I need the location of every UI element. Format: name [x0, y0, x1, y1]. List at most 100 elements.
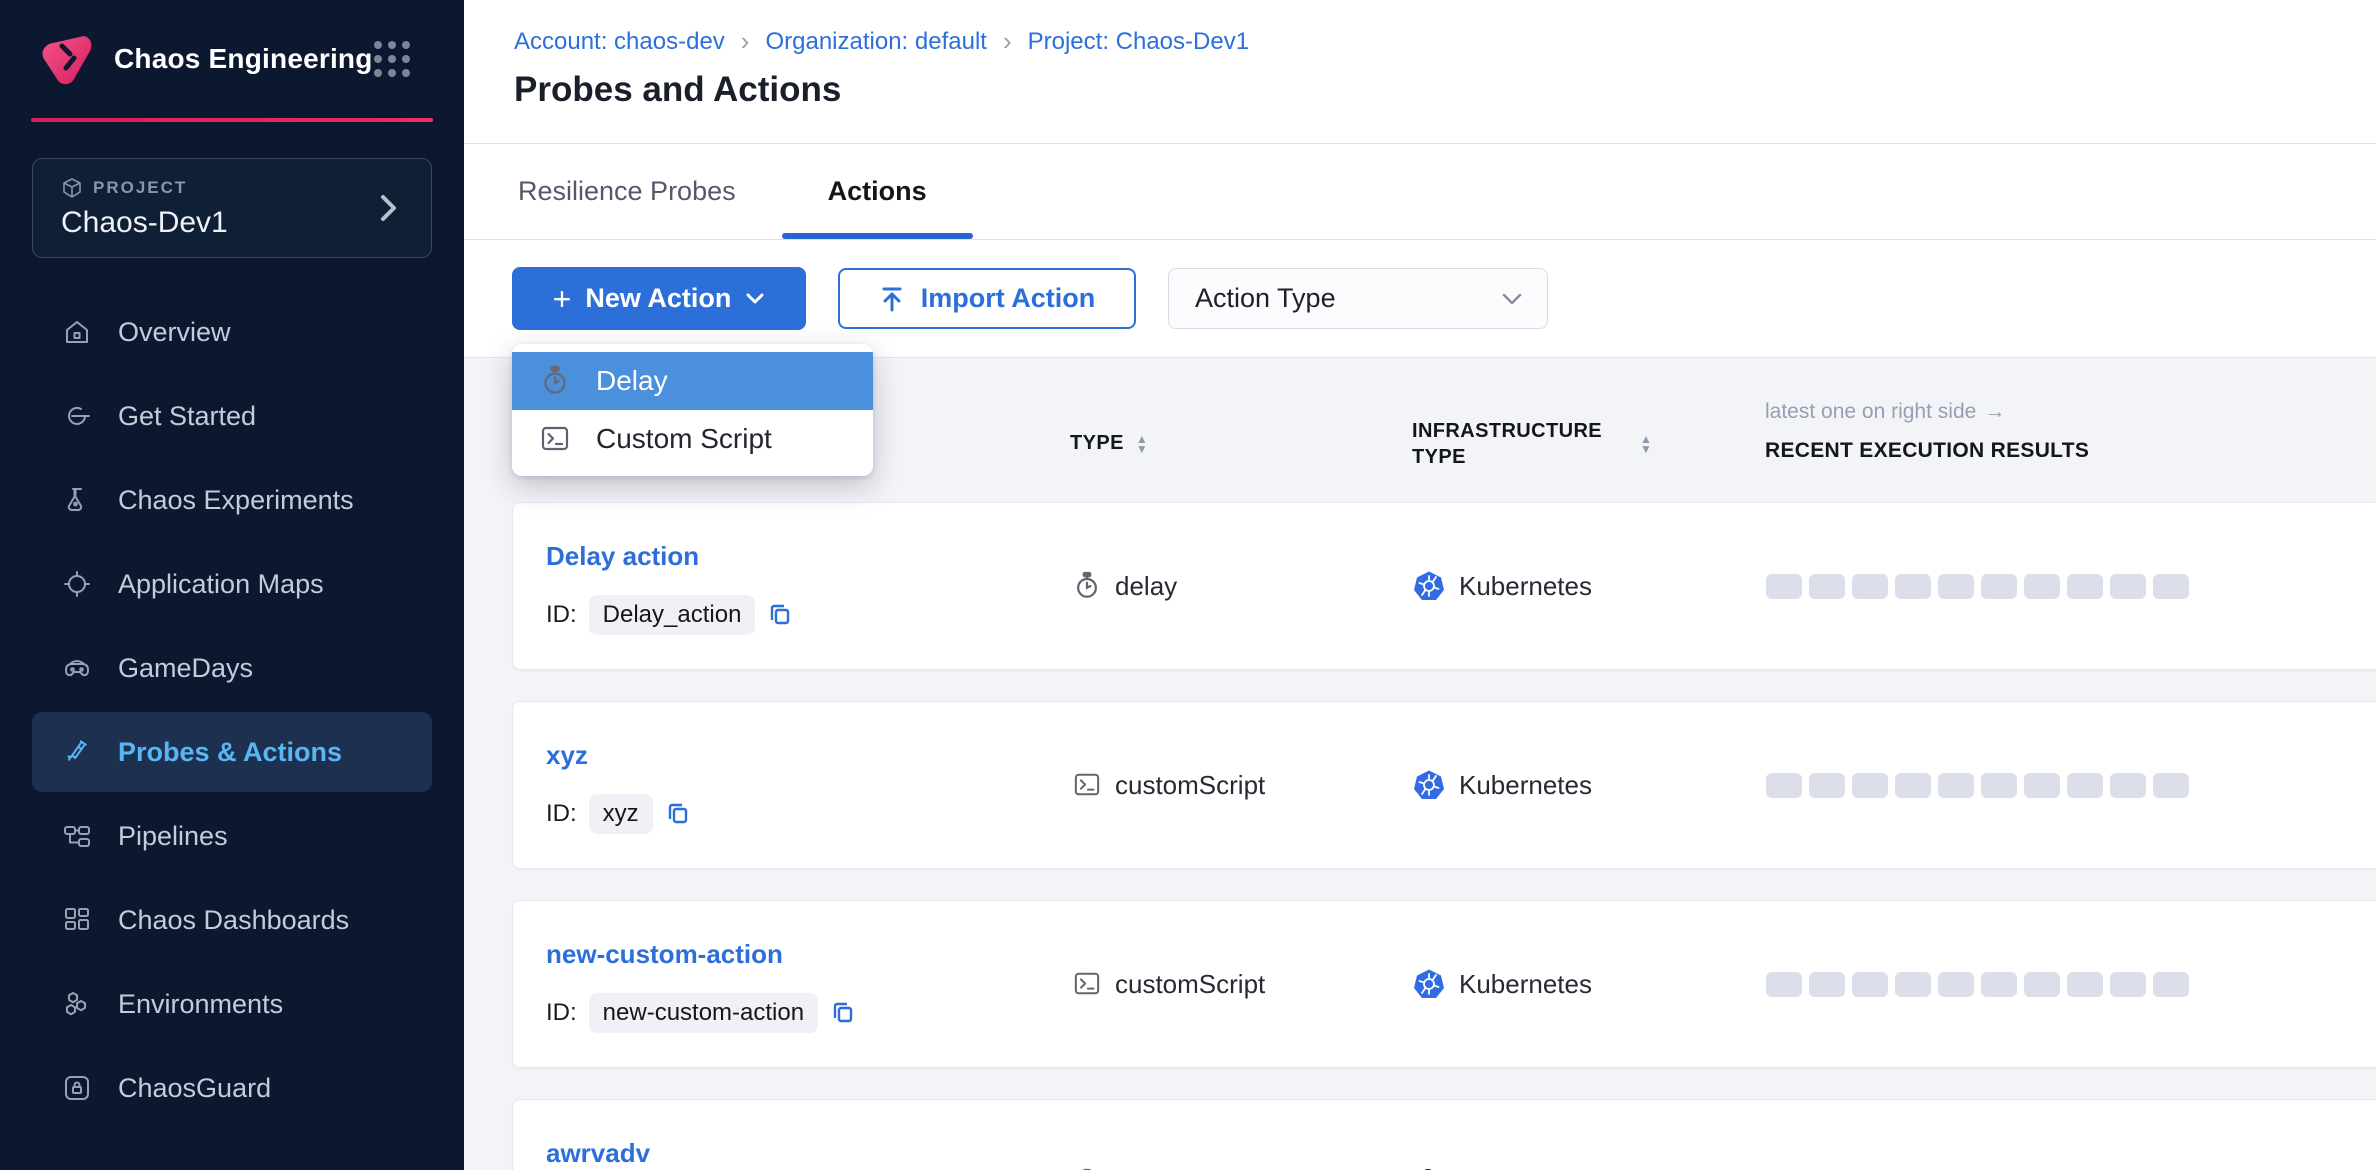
- sidebar-item-chaosguard[interactable]: ChaosGuard: [32, 1048, 432, 1128]
- recent-execution-results: [1766, 901, 2189, 1067]
- sidebar-item-probes-actions[interactable]: Probes & Actions: [32, 712, 432, 792]
- chevron-right-icon: [379, 191, 399, 225]
- sidebar-item-label: Environments: [118, 989, 283, 1020]
- import-action-button[interactable]: Import Action: [838, 268, 1136, 329]
- sidebar-item-label: GameDays: [118, 653, 253, 684]
- column-header-infrastructure-type: INFRASTRUCTURE TYPE ▲▼: [1412, 418, 1652, 470]
- copy-icon[interactable]: [830, 1000, 856, 1026]
- table-row: awrvadv delay Linux: [512, 1099, 2376, 1170]
- sidebar-item-label: Application Maps: [118, 569, 324, 600]
- tab-resilience-probes[interactable]: Resilience Probes: [514, 144, 782, 239]
- module-switcher-icon[interactable]: [374, 41, 410, 77]
- result-placeholder-pill: [1938, 972, 1974, 997]
- result-placeholder-pill: [1766, 972, 1802, 997]
- copy-icon[interactable]: [767, 602, 793, 628]
- cube-icon: [61, 177, 83, 199]
- sidebar-item-pipelines[interactable]: Pipelines: [32, 796, 432, 876]
- result-placeholder-pill: [2110, 972, 2146, 997]
- chevron-down-icon: [745, 292, 765, 305]
- result-placeholder-pill: [1895, 972, 1931, 997]
- stopwatch-icon: [540, 365, 570, 397]
- infrastructure-cell: Kubernetes: [1413, 901, 1592, 1067]
- table-row: Delay action ID: Delay_action delay: [512, 502, 2376, 670]
- breadcrumb-project-link[interactable]: Project: Chaos-Dev1: [1028, 28, 1249, 56]
- kubernetes-icon: [1413, 968, 1445, 1000]
- result-placeholder-pill: [1938, 773, 1974, 798]
- result-placeholder-pill: [1852, 972, 1888, 997]
- page-title: Probes and Actions: [514, 70, 2376, 110]
- result-placeholder-pill: [2110, 574, 2146, 599]
- sidebar-item-label: Chaos Dashboards: [118, 905, 349, 936]
- action-name-link[interactable]: Delay action: [546, 541, 699, 572]
- project-selector[interactable]: PROJECT Chaos-Dev1: [32, 158, 432, 258]
- infrastructure-cell: Kubernetes: [1413, 702, 1592, 868]
- menu-item-delay[interactable]: Delay: [512, 352, 873, 410]
- sidebar-item-label: Get Started: [118, 401, 256, 432]
- recent-execution-results: [1766, 702, 2189, 868]
- action-name-link[interactable]: xyz: [546, 740, 588, 771]
- test-tube-icon: [62, 737, 92, 767]
- action-name-link[interactable]: new-custom-action: [546, 939, 783, 970]
- sidebar-item-chaos-dashboards[interactable]: Chaos Dashboards: [32, 880, 432, 960]
- target-icon: [62, 569, 92, 599]
- stopwatch-icon: [1073, 571, 1101, 601]
- pipeline-icon: [62, 821, 92, 851]
- lock-icon: [62, 1073, 92, 1103]
- project-label: PROJECT: [93, 178, 187, 198]
- sidebar-item-label: ChaosGuard: [118, 1073, 271, 1104]
- result-placeholder-pill: [2024, 574, 2060, 599]
- project-name: Chaos-Dev1: [61, 206, 403, 240]
- infrastructure-cell: Kubernetes: [1413, 503, 1592, 669]
- chaos-engineering-logo-icon: [36, 28, 98, 90]
- action-type-filter[interactable]: Action Type: [1168, 268, 1548, 329]
- breadcrumb-separator: ›: [1003, 26, 1012, 57]
- column-header-type: TYPE ▲▼: [1070, 432, 1148, 455]
- table-row: new-custom-action ID: new-custom-action …: [512, 900, 2376, 1068]
- sidebar-item-gamedays[interactable]: GameDays: [32, 628, 432, 708]
- action-name-link[interactable]: awrvadv: [546, 1138, 650, 1169]
- result-placeholder-pill: [1895, 574, 1931, 599]
- sidebar-item-label: Pipelines: [118, 821, 228, 852]
- sidebar-item-label: Overview: [118, 317, 231, 348]
- result-placeholder-pill: [2067, 972, 2103, 997]
- action-id-value: xyz: [589, 794, 653, 834]
- result-placeholder-pill: [1766, 773, 1802, 798]
- column-header-recent-execution-results: latest one on right side → RECENT EXECUT…: [1765, 400, 2089, 463]
- breadcrumb-organization-link[interactable]: Organization: default: [765, 28, 986, 56]
- upload-icon: [879, 285, 905, 313]
- action-id: ID: Delay_action: [546, 595, 793, 635]
- breadcrumb-separator: ›: [741, 26, 750, 57]
- chevron-down-icon: [1501, 292, 1523, 306]
- result-placeholder-pill: [2067, 773, 2103, 798]
- type-cell: customScript: [1073, 702, 1265, 868]
- sidebar-item-overview[interactable]: Overview: [32, 292, 432, 372]
- sidebar-item-label: Chaos Experiments: [118, 485, 354, 516]
- sidebar-item-environments[interactable]: Environments: [32, 964, 432, 1044]
- action-id-value: new-custom-action: [589, 993, 818, 1033]
- result-placeholder-pill: [1981, 773, 2017, 798]
- action-id-value: Delay_action: [589, 595, 756, 635]
- sidebar-item-chaos-experiments[interactable]: Chaos Experiments: [32, 460, 432, 540]
- flask-icon: [62, 485, 92, 515]
- app-title: Chaos Engineering: [114, 43, 373, 75]
- new-action-button[interactable]: + New Action: [512, 267, 806, 330]
- result-placeholder-pill: [1895, 773, 1931, 798]
- sidebar-header: Chaos Engineering: [0, 0, 464, 118]
- get-started-icon: [62, 401, 92, 431]
- copy-icon[interactable]: [665, 801, 691, 827]
- breadcrumb-account-link[interactable]: Account: chaos-dev: [514, 28, 725, 56]
- sidebar-item-application-maps[interactable]: Application Maps: [32, 544, 432, 624]
- result-placeholder-pill: [1938, 574, 1974, 599]
- menu-item-custom-script[interactable]: Custom Script: [512, 410, 873, 468]
- toolbar: + New Action Import Action Action Type: [464, 240, 2376, 358]
- sidebar-nav: Overview Get Started Chaos Experiments: [0, 292, 464, 1128]
- sort-icon[interactable]: ▲▼: [1136, 434, 1148, 454]
- recent-execution-results: [1766, 503, 2189, 669]
- terminal-icon: [540, 425, 570, 453]
- result-placeholder-pill: [2067, 574, 2103, 599]
- infrastructure-cell: Linux: [1413, 1100, 1519, 1170]
- dashboard-grid-icon: [62, 905, 92, 935]
- sort-icon[interactable]: ▲▼: [1640, 434, 1652, 454]
- sidebar-item-get-started[interactable]: Get Started: [32, 376, 432, 456]
- tab-actions[interactable]: Actions: [782, 144, 973, 239]
